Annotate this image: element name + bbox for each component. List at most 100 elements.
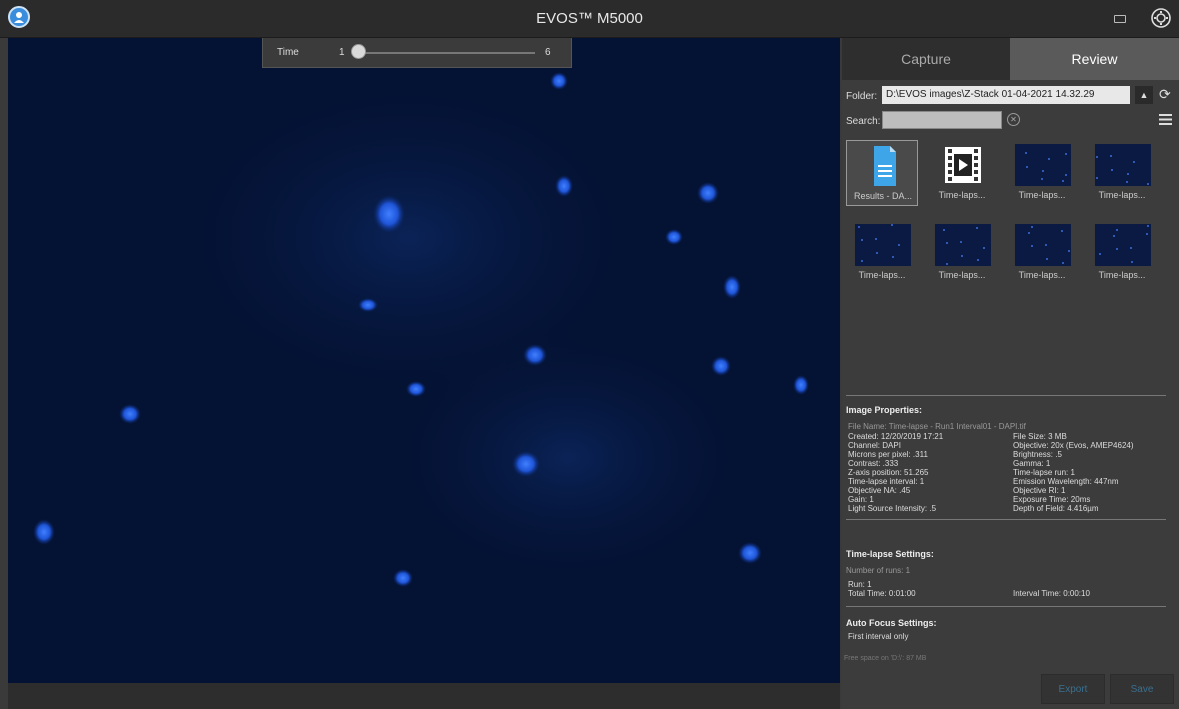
save-button[interactable]: Save <box>1110 674 1174 704</box>
gear-icon[interactable] <box>1150 7 1172 29</box>
video-icon <box>945 147 981 183</box>
property-value: Objective RI: 1 <box>1013 486 1066 495</box>
property-value: Light Source Intensity: .5 <box>848 504 937 513</box>
thumbnail-speck <box>1146 233 1148 235</box>
thumbnail-speck <box>1147 225 1149 227</box>
search-input[interactable] <box>882 111 1002 129</box>
folder-up-button[interactable]: ▲ <box>1135 86 1153 104</box>
thumbnail-speck <box>1061 230 1063 232</box>
thumbnail-item[interactable]: Time-laps... <box>1006 220 1078 286</box>
thumbnail-item[interactable]: Time-laps... <box>1086 140 1158 206</box>
thumbnail-speck <box>1127 173 1129 175</box>
thumbnail-speck <box>983 247 985 249</box>
property-value: Contrast: .333 <box>848 459 899 468</box>
thumbnail-caption: Time-laps... <box>1098 270 1146 280</box>
run-value: Run: 1 <box>848 580 872 589</box>
thumbnail-speck <box>861 260 863 262</box>
thumbnail-item[interactable]: Time-laps... <box>926 140 998 206</box>
thumbnail-speck <box>861 239 863 241</box>
thumbnail-speck <box>1025 152 1027 154</box>
property-value: Channel: DAPI <box>848 441 901 450</box>
image-viewer[interactable] <box>8 38 840 683</box>
thumbnail-speck <box>1048 158 1050 160</box>
property-value: Objective NA: .45 <box>848 486 911 495</box>
thumbnail-speck <box>1031 245 1033 247</box>
thumbnail-speck <box>1062 180 1064 182</box>
thumbnail-speck <box>1031 226 1033 228</box>
thumbnail-speck <box>1068 250 1070 252</box>
image-thumbnail <box>1095 144 1151 186</box>
folder-label: Folder: <box>846 91 878 102</box>
thumbnail-item[interactable]: Time-laps... <box>846 220 918 286</box>
thumbnail-speck <box>1046 258 1048 260</box>
thumbnail-speck <box>943 229 945 231</box>
search-label: Search: <box>846 116 881 127</box>
free-space-label: Free space on 'D:\': 87 MB <box>844 655 927 662</box>
property-value: Objective: 20x (Evos, AMEP4624) <box>1013 441 1134 450</box>
property-value: Microns per pixel: .311 <box>848 450 928 459</box>
review-panel: Capture Review Folder: D:\EVOS images\Z-… <box>842 38 1179 709</box>
camera-icon[interactable] <box>1114 15 1126 23</box>
image-thumbnail <box>855 224 911 266</box>
thumbnail-caption: Time-laps... <box>1098 190 1146 200</box>
time-slider-track[interactable] <box>355 52 535 54</box>
thumbnail-speck <box>1099 253 1101 255</box>
viewer-status-bar <box>8 683 840 709</box>
thumbnail-speck <box>1147 183 1149 185</box>
thumbnail-caption: Results - DA... <box>853 191 912 201</box>
thumbnail-item[interactable]: Time-laps... <box>1006 140 1078 206</box>
thumbnail-item[interactable]: Results - DA... <box>846 140 918 206</box>
thumbnail-speck <box>1126 181 1128 183</box>
tab-capture[interactable]: Capture <box>842 38 1010 80</box>
thumbnail-speck <box>960 241 962 243</box>
thumbnail-speck <box>1096 156 1098 158</box>
thumbnail-speck <box>898 244 900 246</box>
property-value: Exposure Time: 20ms <box>1013 495 1091 504</box>
property-value: Gamma: 1 <box>1013 459 1051 468</box>
thumbnail-speck <box>1028 232 1030 234</box>
thumbnail-speck <box>946 263 948 265</box>
thumbnail-speck <box>858 226 860 228</box>
autofocus-settings-title: Auto Focus Settings: <box>846 618 937 628</box>
thumbnail-speck <box>875 238 877 240</box>
thumbnail-speck <box>1065 174 1067 176</box>
file-name: File Name: Time-lapse - Run1 Interval01 … <box>848 422 1026 431</box>
thumbnail-speck <box>1133 161 1135 163</box>
refresh-icon[interactable]: ⟳ <box>1159 86 1171 103</box>
time-slider-panel: Time 1 6 <box>262 38 572 68</box>
image-thumbnail <box>1015 224 1071 266</box>
list-view-icon[interactable] <box>1159 114 1172 125</box>
property-value: Time-lapse interval: 1 <box>848 477 925 486</box>
thumbnail-speck <box>1062 262 1064 264</box>
time-min-label: 1 <box>339 47 345 58</box>
thumbnail-caption: Time-laps... <box>1018 190 1066 200</box>
property-value: Depth of Field: 4.416µm <box>1013 504 1099 513</box>
thumbnail-speck <box>1065 153 1067 155</box>
clear-search-icon[interactable]: ✕ <box>1007 113 1020 126</box>
thumbnail-speck <box>1045 244 1047 246</box>
export-button[interactable]: Export <box>1041 674 1105 704</box>
image-thumbnail <box>935 224 991 266</box>
thumbnail-speck <box>946 242 948 244</box>
autofocus-value: First interval only <box>848 632 909 641</box>
thumbnail-item[interactable]: Time-laps... <box>926 220 998 286</box>
thumbnail-item[interactable]: Time-laps... <box>1086 220 1158 286</box>
thumbnail-speck <box>977 259 979 261</box>
thumbnail-caption: Time-laps... <box>858 270 906 280</box>
thumbnail-speck <box>876 252 878 254</box>
property-value: Gain: 1 <box>848 495 874 504</box>
title-bar: EVOS™ M5000 <box>0 0 1179 38</box>
timelapse-settings-title: Time-lapse Settings: <box>846 549 934 559</box>
thumbnail-speck <box>892 256 894 258</box>
time-label: Time <box>277 47 299 58</box>
thumbnail-speck <box>1130 247 1132 249</box>
tab-review[interactable]: Review <box>1010 38 1179 80</box>
app-title: EVOS™ M5000 <box>536 10 643 27</box>
number-of-runs: Number of runs: 1 <box>846 566 911 575</box>
time-slider-thumb[interactable] <box>351 44 366 59</box>
divider <box>846 395 1166 396</box>
thumbnail-speck <box>1110 155 1112 157</box>
thumbnail-speck <box>1041 178 1043 180</box>
property-value: Created: 12/20/2019 17:21 <box>848 432 944 441</box>
folder-path-field[interactable]: D:\EVOS images\Z-Stack 01-04-2021 14.32.… <box>882 86 1130 104</box>
